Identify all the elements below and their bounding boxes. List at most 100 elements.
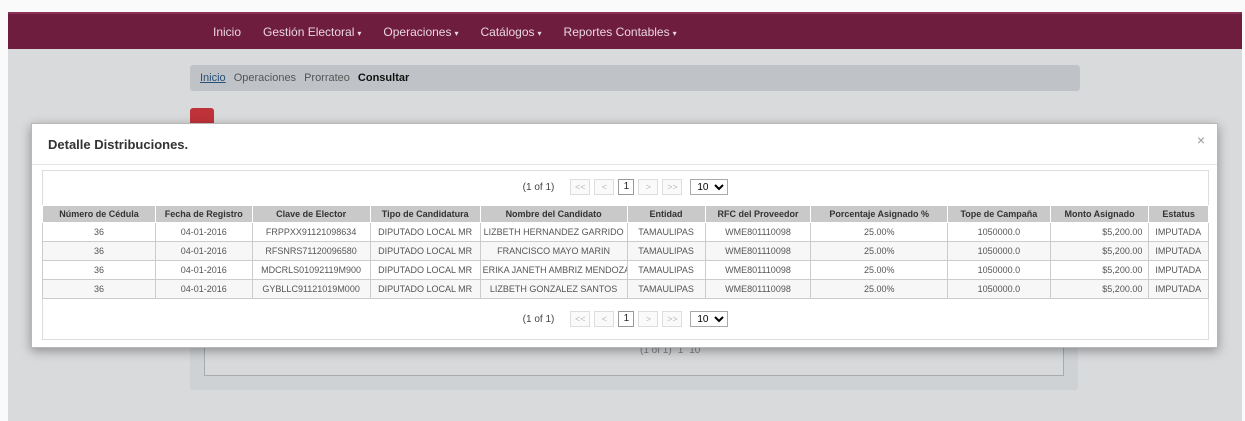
column-header[interactable]: Porcentaje Asignado %: [810, 205, 949, 223]
column-header[interactable]: Estatus: [1148, 205, 1209, 223]
nav-item-operaciones[interactable]: Operaciones ▾: [383, 25, 458, 39]
table-row[interactable]: 36 04-01-2016 FRPPXX91121098634 DIPUTADO LO…: [42, 222, 1209, 242]
table-cell: 25.00%: [810, 222, 949, 242]
column-header[interactable]: Entidad: [626, 205, 706, 223]
table-cell: 25.00%: [810, 279, 949, 299]
table-cell: 1050000.0: [947, 279, 1051, 299]
nav-item-label: Operaciones: [383, 25, 452, 39]
table-cell: WME801110098: [704, 241, 812, 261]
dialog-title: Detalle Distribuciones.: [48, 137, 189, 152]
table-cell: WME801110098: [704, 222, 812, 242]
table-cell: 04-01-2016: [155, 260, 253, 280]
table-cell: LIZBETH HERNANDEZ GARRIDO: [479, 222, 628, 242]
table-cell: FRANCISCO MAYO MARIN: [479, 241, 628, 261]
column-header[interactable]: Número de Cédula: [42, 205, 156, 223]
next-page-button[interactable]: >: [638, 179, 659, 195]
breadcrumb-prorrateo[interactable]: Prorrateo: [304, 72, 350, 84]
nav-item-reportes-contables[interactable]: Reportes Contables ▾: [564, 25, 677, 39]
table-cell: IMPUTADA: [1148, 260, 1209, 280]
breadcrumb-operaciones[interactable]: Operaciones: [234, 72, 296, 84]
table-cell: DIPUTADO LOCAL MR: [369, 260, 481, 280]
page-number-button[interactable]: 1: [618, 179, 635, 195]
nav-item-gesti-n-electoral[interactable]: Gestión Electoral ▾: [263, 25, 361, 39]
column-header[interactable]: Tope de Campaña: [947, 205, 1051, 223]
table-cell: 25.00%: [810, 241, 949, 261]
nav-item-inicio[interactable]: Inicio: [213, 25, 241, 39]
detalle-distribuciones-dialog: Detalle Distribuciones. × (1 of 1) << < …: [31, 123, 1218, 348]
table-body: 36 04-01-2016 FRPPXX91121098634 DIPUTADO LO…: [42, 222, 1209, 299]
table-row[interactable]: 36 04-01-2016 RFSNRS71120096580 DIPUTADO LO…: [42, 241, 1209, 261]
nav-item-label: Catálogos: [480, 25, 535, 39]
first-page-button[interactable]: <<: [570, 311, 591, 327]
next-page-button[interactable]: >: [638, 311, 659, 327]
rows-per-page-select[interactable]: 10: [690, 311, 729, 327]
first-page-button[interactable]: <<: [570, 179, 591, 195]
breadcrumb-consultar: Consultar: [357, 72, 410, 84]
close-icon[interactable]: ×: [1197, 132, 1205, 148]
table-cell: 36: [42, 241, 156, 261]
dialog-divider: [32, 164, 1217, 165]
table-cell: 25.00%: [810, 260, 949, 280]
table-cell: 1050000.0: [947, 241, 1051, 261]
table-cell: $5,200.00: [1049, 260, 1150, 280]
table-cell: 1050000.0: [947, 222, 1051, 242]
table-cell: 04-01-2016: [155, 279, 253, 299]
last-page-button[interactable]: >>: [662, 179, 683, 195]
table-cell: DIPUTADO LOCAL MR: [369, 241, 481, 261]
table-row[interactable]: 36 04-01-2016 GYBLLC91121019M000 DIPUTADO L…: [42, 279, 1209, 299]
column-header[interactable]: Nombre del Candidato: [479, 205, 628, 223]
nav-item-label: Reportes Contables: [563, 25, 670, 39]
top-navbar: Inicio Gestión Electoral ▾ Operaciones ▾ Catá…: [8, 12, 1242, 51]
page-info: (1 of 1): [522, 313, 555, 325]
caret-down-icon: ▾: [537, 29, 542, 38]
breadcrumb-inicio[interactable]: Inicio: [200, 72, 226, 84]
table-cell: $5,200.00: [1049, 222, 1150, 242]
table-cell: RFSNRS71120096580: [251, 241, 371, 261]
breadcrumb: Inicio Operaciones Prorrateo Consultar: [190, 65, 1080, 91]
nav-menu: Inicio Gestión Electoral ▾ Operaciones ▾ Catá…: [213, 25, 677, 39]
table-cell: IMPUTADA: [1148, 241, 1209, 261]
table-cell: ERIKA JANETH AMBRIZ MENDOZA: [479, 260, 628, 280]
table-cell: TAMAULIPAS: [626, 241, 706, 261]
table-cell: WME801110098: [704, 279, 812, 299]
table-cell: IMPUTADA: [1148, 279, 1209, 299]
caret-down-icon: ▾: [454, 29, 459, 38]
paginator-bottom: (1 of 1) << < 1 > >> 10: [43, 307, 1208, 331]
table-cell: 1050000.0: [947, 260, 1051, 280]
column-header[interactable]: RFC del Proveedor: [704, 205, 812, 223]
table-header-row: Número de Cédula Fecha de Registro Clave d…: [42, 205, 1209, 223]
prev-page-button[interactable]: <: [594, 179, 615, 195]
table-cell: 04-01-2016: [155, 222, 253, 242]
table-cell: TAMAULIPAS: [626, 260, 706, 280]
nav-item-cat-logos[interactable]: Catálogos ▾: [480, 25, 541, 39]
column-header[interactable]: Monto Asignado: [1049, 205, 1150, 223]
table-cell: LIZBETH GONZALEZ SANTOS: [479, 279, 628, 299]
prev-page-button[interactable]: <: [594, 311, 615, 327]
table-cell: TAMAULIPAS: [626, 222, 706, 242]
table-cell: FRPPXX91121098634: [251, 222, 371, 242]
page-number-button[interactable]: 1: [618, 311, 635, 327]
paginator-top: (1 of 1) << < 1 > >> 10: [43, 175, 1208, 199]
distribuciones-datatable: (1 of 1) << < 1 > >> 10 Número de Cédula…: [42, 170, 1209, 340]
rows-per-page-select[interactable]: 10: [690, 179, 729, 195]
table-cell: DIPUTADO LOCAL MR: [369, 222, 481, 242]
nav-item-label: Gestión Electoral: [263, 25, 355, 39]
table-cell: 04-01-2016: [155, 241, 253, 261]
table-cell: $5,200.00: [1049, 241, 1150, 261]
column-header[interactable]: Tipo de Candidatura: [369, 205, 481, 223]
nav-item-label: Inicio: [213, 25, 242, 39]
table-cell: DIPUTADO LOCAL MR: [369, 279, 481, 299]
last-page-button[interactable]: >>: [662, 311, 683, 327]
caret-down-icon: ▾: [672, 29, 677, 38]
table-cell: 36: [42, 222, 156, 242]
column-header[interactable]: Fecha de Registro: [155, 205, 253, 223]
distribuciones-table: Número de Cédula Fecha de Registro Clave d…: [42, 205, 1209, 299]
table-cell: TAMAULIPAS: [626, 279, 706, 299]
table-row[interactable]: 36 04-01-2016 MDCRLS01092119M900 DIPUTADO L…: [42, 260, 1209, 280]
table-cell: 36: [42, 260, 156, 280]
column-header[interactable]: Clave de Elector: [251, 205, 371, 223]
page-info: (1 of 1): [522, 181, 555, 193]
table-cell: IMPUTADA: [1148, 222, 1209, 242]
caret-down-icon: ▾: [357, 29, 362, 38]
table-cell: WME801110098: [704, 260, 812, 280]
